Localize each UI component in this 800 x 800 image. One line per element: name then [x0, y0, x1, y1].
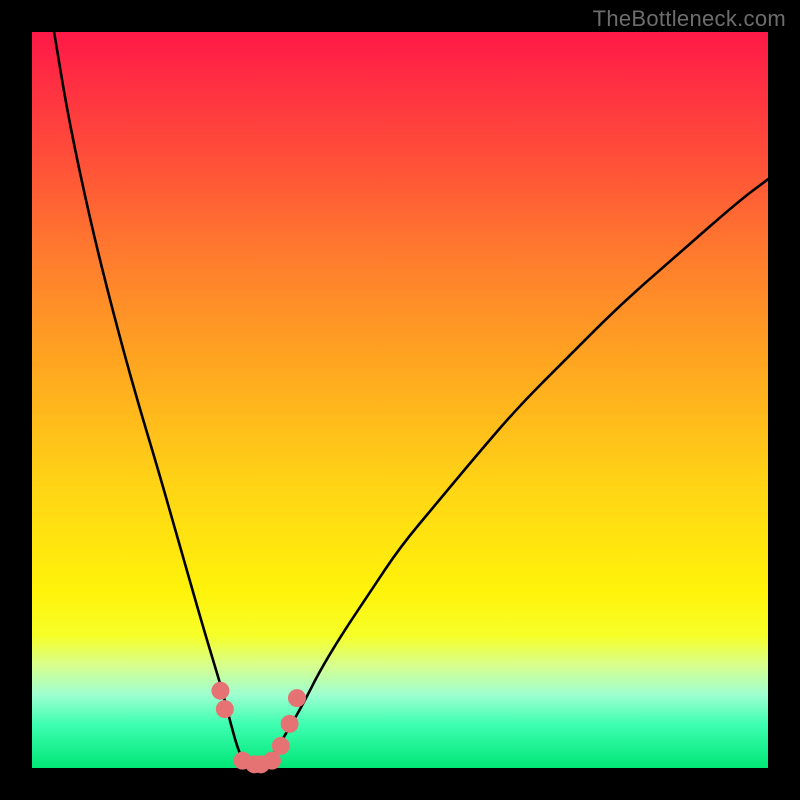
chart-frame: TheBottleneck.com: [0, 0, 800, 800]
data-marker: [216, 700, 234, 718]
data-marker: [288, 689, 306, 707]
data-markers: [211, 682, 306, 774]
data-marker: [281, 715, 299, 733]
data-marker: [211, 682, 229, 700]
watermark-text: TheBottleneck.com: [593, 6, 786, 32]
chart-svg: [32, 32, 768, 768]
chart-plot-area: [32, 32, 768, 768]
bottleneck-curve: [54, 32, 768, 768]
data-marker: [272, 737, 290, 755]
